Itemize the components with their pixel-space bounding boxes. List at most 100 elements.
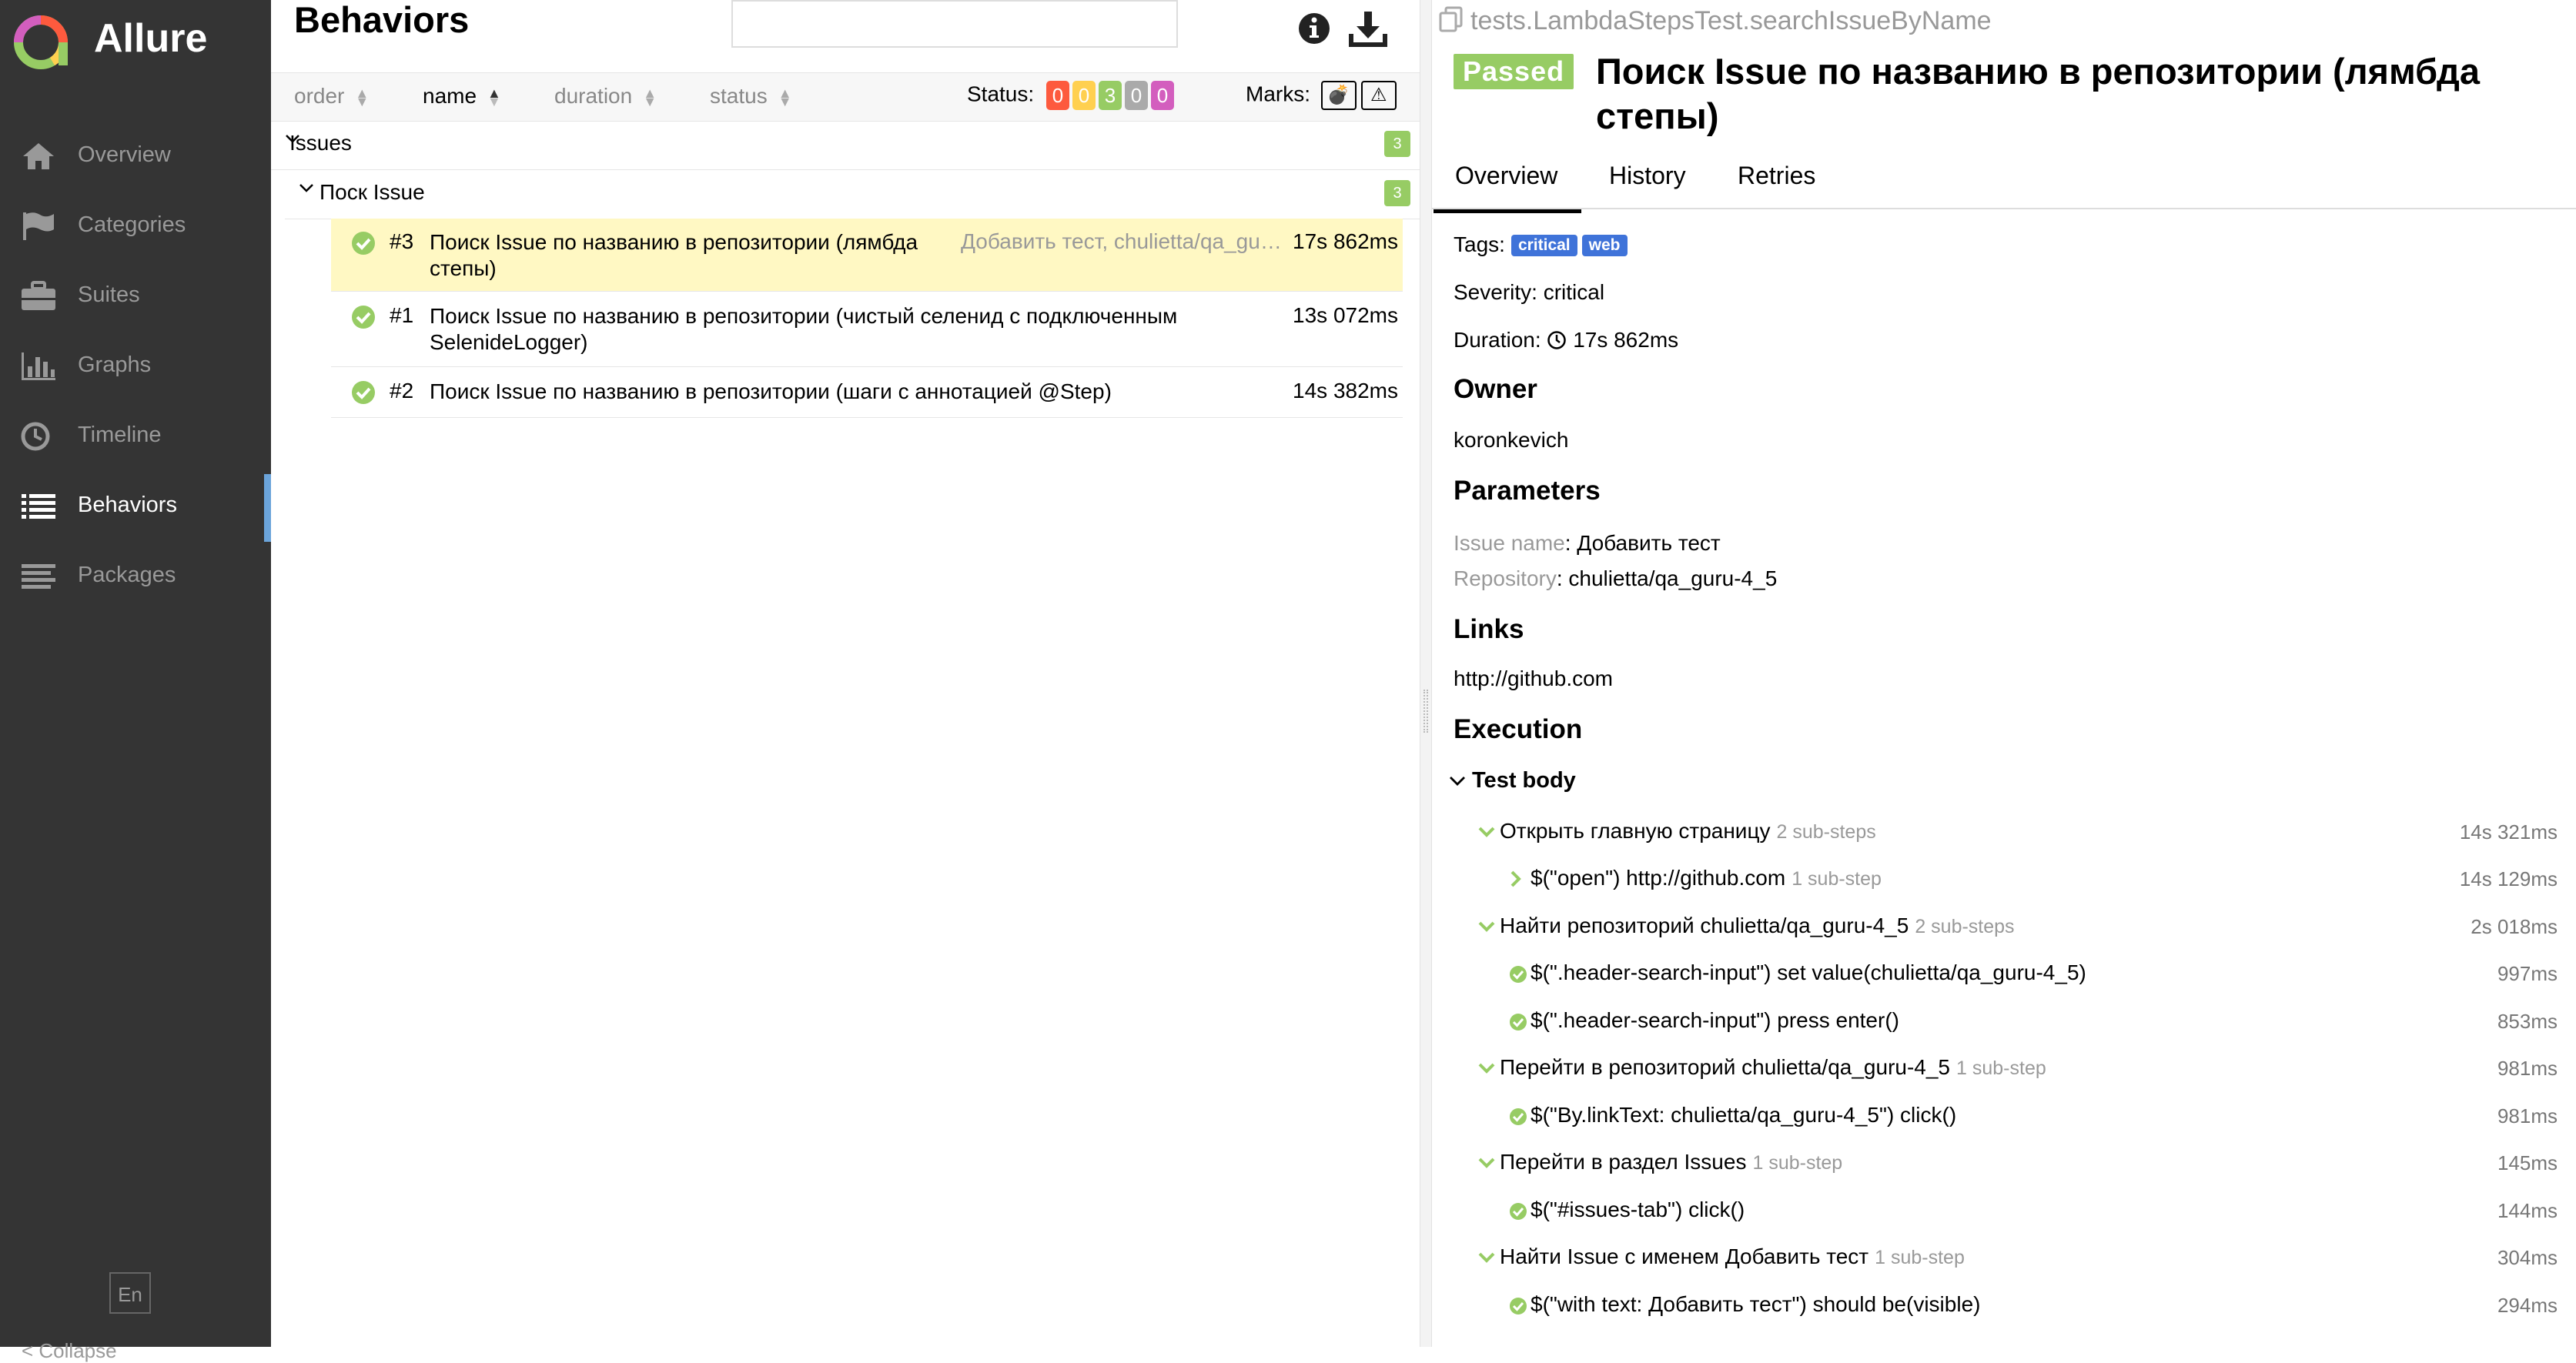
- nav-label: Suites: [78, 282, 140, 307]
- nav-item-graphs[interactable]: Graphs: [0, 336, 271, 397]
- test-number: #1: [390, 303, 414, 327]
- tag-critical: critical: [1510, 235, 1577, 256]
- step-duration: 997ms: [2497, 962, 2558, 985]
- test-name: Поиск Issue по названию в репозитории (ч…: [430, 304, 1178, 354]
- test-row[interactable]: #1 Поиск Issue по названию в репозитории…: [331, 292, 1403, 367]
- parameter-key: Repository: [1454, 566, 1557, 590]
- test-row[interactable]: #2 Поиск Issue по названию в репозитории…: [331, 368, 1403, 418]
- stacked-lines-icon: [22, 564, 55, 589]
- group-poisk-issue[interactable]: Поск Issue 3: [285, 168, 1420, 219]
- nav-label: Overview: [78, 142, 171, 167]
- group-count-badge: 3: [1384, 180, 1410, 206]
- check-circle-icon: [1510, 1203, 1527, 1220]
- nav-item-packages[interactable]: Packages: [0, 546, 271, 607]
- nav-label: Categories: [78, 212, 186, 237]
- step-duration: 304ms: [2497, 1246, 2558, 1269]
- test-name: Поиск Issue по названию в репозитории (л…: [430, 230, 918, 280]
- step-duration: 145ms: [2497, 1151, 2558, 1174]
- flaky-bomb-icon[interactable]: 💣: [1320, 81, 1357, 110]
- nav-item-categories[interactable]: Categories: [0, 195, 271, 257]
- status-unknown-toggle[interactable]: 0: [1150, 81, 1174, 110]
- sort-arrows-icon: ▲ ▼: [355, 85, 370, 109]
- parameter-row: Issue name: Добавить тест: [1454, 531, 1721, 556]
- chevron-down-icon: [1478, 1252, 1495, 1263]
- status-skipped-toggle[interactable]: 0: [1124, 81, 1148, 110]
- group-count-badge: 3: [1384, 131, 1410, 157]
- nav-item-suites[interactable]: Suites: [0, 266, 271, 327]
- page-title: Behaviors: [294, 0, 470, 40]
- owner-heading: Owner: [1454, 374, 1537, 404]
- test-body-label: Test body: [1472, 768, 1576, 793]
- sort-order[interactable]: order ▲ ▼: [294, 84, 369, 109]
- nav-item-timeline[interactable]: Timeline: [0, 406, 271, 467]
- check-circle-icon: [352, 306, 375, 329]
- sort-duration[interactable]: duration ▲ ▼: [554, 84, 657, 109]
- check-circle-icon: [1510, 1014, 1527, 1031]
- new-failed-warning-icon[interactable]: ⚠: [1360, 81, 1397, 110]
- step-label: $("#issues-tab") click(): [1531, 1198, 1745, 1221]
- status-failed-toggle[interactable]: 0: [1045, 81, 1069, 110]
- test-number: #2: [390, 379, 414, 403]
- check-circle-icon: [1510, 1298, 1527, 1315]
- test-fullname: tests.LambdaStepsTest.searchIssueByName: [1438, 6, 1992, 36]
- check-circle-icon: [1510, 1108, 1527, 1125]
- search-input[interactable]: [731, 0, 1178, 48]
- status-broken-toggle[interactable]: 0: [1072, 81, 1096, 110]
- check-circle-icon: [352, 232, 375, 255]
- group-issues[interactable]: Issues 3: [271, 119, 1420, 170]
- nav-label: Graphs: [78, 352, 152, 377]
- tree-pane: Behaviors order ▲ ▼ name ▲ ▼ duration ▲ ▼ stat…: [271, 0, 1420, 1347]
- group-label: Issues: [289, 131, 352, 155]
- collapse-button[interactable]: < Collapse: [22, 1339, 117, 1363]
- splitter-grip[interactable]: [1423, 690, 1428, 733]
- sort-name[interactable]: name ▲ ▼: [423, 84, 501, 109]
- check-circle-icon: [1510, 966, 1527, 983]
- step-duration: 14s 321ms: [2459, 820, 2558, 844]
- tag-web: web: [1581, 235, 1628, 256]
- sort-status[interactable]: status ▲ ▼: [710, 84, 792, 109]
- marks-label: Marks:: [1246, 82, 1310, 106]
- parameters-heading: Parameters: [1454, 476, 1601, 506]
- step-duration: 981ms: [2497, 1104, 2558, 1127]
- status-badge: Passed: [1454, 54, 1574, 89]
- bar-chart-icon: [22, 352, 55, 380]
- info-icon[interactable]: [1296, 11, 1332, 46]
- step-duration: 853ms: [2497, 1010, 2558, 1033]
- list-icon: [22, 494, 55, 519]
- tab-retries[interactable]: Retries: [1738, 162, 1815, 190]
- test-row[interactable]: #3 Поиск Issue по названию в репозитории…: [331, 219, 1403, 292]
- step-label: Открыть главную страницу 2 sub-steps: [1500, 819, 1876, 843]
- nav-item-overview[interactable]: Overview: [0, 125, 271, 187]
- language-switch[interactable]: En: [109, 1272, 151, 1314]
- severity-line: Severity: critical: [1454, 280, 1605, 304]
- brand-name: Allure: [94, 16, 208, 61]
- link-github[interactable]: http://github.com: [1454, 666, 1613, 691]
- download-icon[interactable]: [1349, 9, 1387, 48]
- nav-label: Packages: [78, 563, 176, 587]
- chevron-down-icon: [1478, 1158, 1495, 1168]
- test-body-toggle[interactable]: Test body: [1449, 768, 1576, 793]
- status-passed-toggle[interactable]: 3: [1098, 81, 1122, 110]
- pane-splitter[interactable]: [1420, 0, 1432, 1347]
- tags-line: Tags: critical web: [1454, 232, 1628, 257]
- copy-icon[interactable]: [1438, 6, 1464, 32]
- parameter-value: : chulietta/qa_guru-4_5: [1556, 566, 1778, 590]
- test-duration: 13s 072ms: [1293, 303, 1398, 327]
- tab-history[interactable]: History: [1609, 162, 1686, 190]
- nav-label: Behaviors: [78, 493, 177, 517]
- briefcase-icon: [22, 281, 55, 310]
- tab-overview[interactable]: Overview: [1433, 162, 1582, 213]
- parameter-key: Issue name: [1454, 531, 1565, 555]
- owner-value: koronkevich: [1454, 428, 1569, 452]
- flag-icon: [23, 212, 54, 240]
- test-params: Добавить тест, chulietta/qa_guru-4_5: [961, 229, 1284, 253]
- chevron-down-icon: [299, 184, 313, 192]
- step-duration: 144ms: [2497, 1199, 2558, 1222]
- test-title: Поиск Issue по названию в репозитории (л…: [1596, 51, 2480, 136]
- fullname-text: tests.LambdaStepsTest.searchIssueByName: [1470, 6, 1992, 35]
- check-circle-icon: [352, 381, 375, 404]
- test-name: Поиск Issue по названию в репозитории (ш…: [430, 379, 1112, 403]
- sort-bar: order ▲ ▼ name ▲ ▼ duration ▲ ▼ status ▲ ▼ Statu…: [271, 72, 1420, 122]
- duration-label: Duration:: [1454, 328, 1541, 352]
- nav-item-behaviors[interactable]: Behaviors: [0, 474, 271, 542]
